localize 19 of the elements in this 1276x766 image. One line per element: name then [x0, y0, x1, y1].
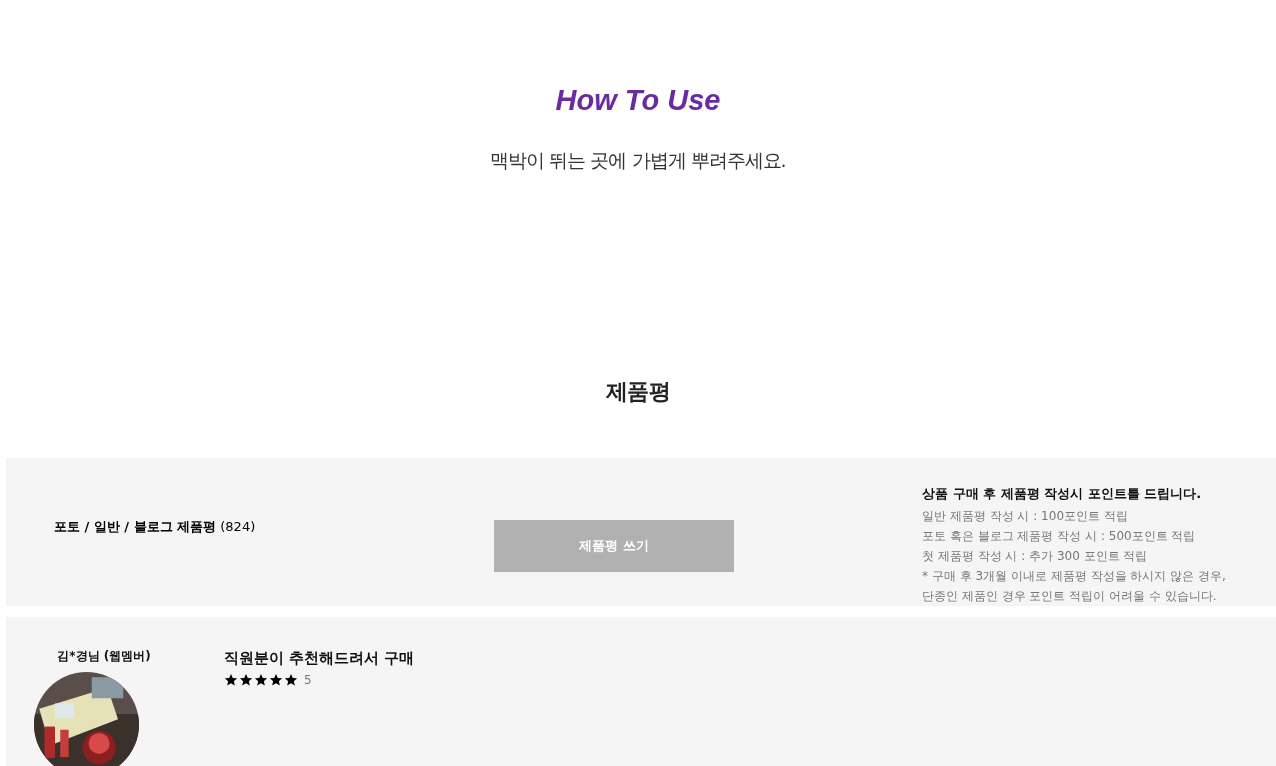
write-review-button[interactable]: 제품평 쓰기	[494, 520, 734, 572]
points-info-line: * 구매 후 3개월 이내로 제품평 작성을 하시지 않은 경우,	[922, 568, 1226, 585]
star-icon	[254, 673, 268, 687]
section-heading: How To Use	[555, 83, 721, 118]
points-info-line: 포토 혹은 블로그 제품평 작성 시 : 500포인트 적립	[922, 528, 1197, 545]
star-icon	[239, 673, 253, 687]
section-title: 제품평	[605, 378, 671, 406]
star-icon	[284, 673, 298, 687]
points-info-line: 첫 제품평 작성 시 : 추가 300 포인트 적립	[922, 548, 1149, 565]
review-count-label: 포토 / 일반 / 블로그 제품평 (824)	[54, 518, 257, 536]
rating-value: 5	[304, 673, 312, 687]
points-title: 상품 구매 후 제품평 작성시 포인트틀 드립니다.	[922, 485, 1203, 503]
points-info-line: 단종인 제품인 경우 포인트 적립이 어려울 수 있습니다.	[922, 588, 1218, 605]
star-icon	[224, 673, 238, 687]
usage-instruction: 맥박이 뛰는 곳에 가볍게 뿌려주세요.	[490, 148, 786, 172]
star-icon	[269, 673, 283, 687]
review-title: 직원분이 추천해드려서 구매	[224, 648, 415, 669]
review-author: 김*경님 (웹멤버)	[57, 648, 151, 664]
points-info-line: 일반 제품평 작성 시 : 100포인트 적립	[922, 508, 1129, 525]
